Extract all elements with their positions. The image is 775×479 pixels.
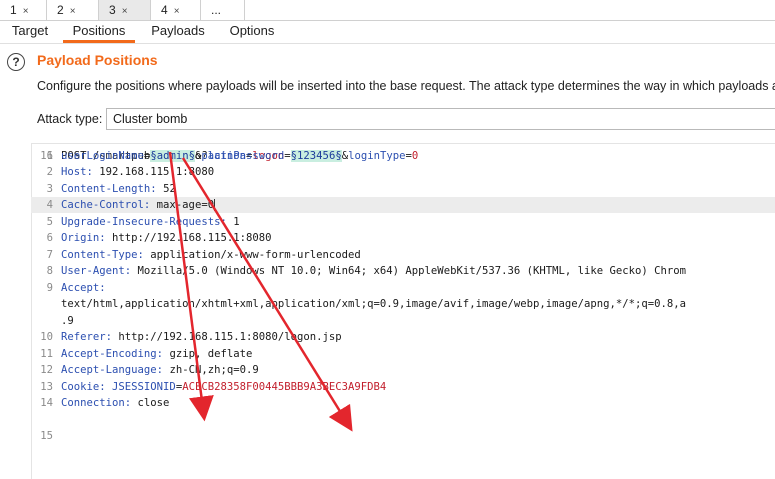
arrow-to-password: [181, 157, 353, 432]
arrow-to-admin: [168, 151, 214, 422]
annotation-arrows: [168, 151, 353, 432]
